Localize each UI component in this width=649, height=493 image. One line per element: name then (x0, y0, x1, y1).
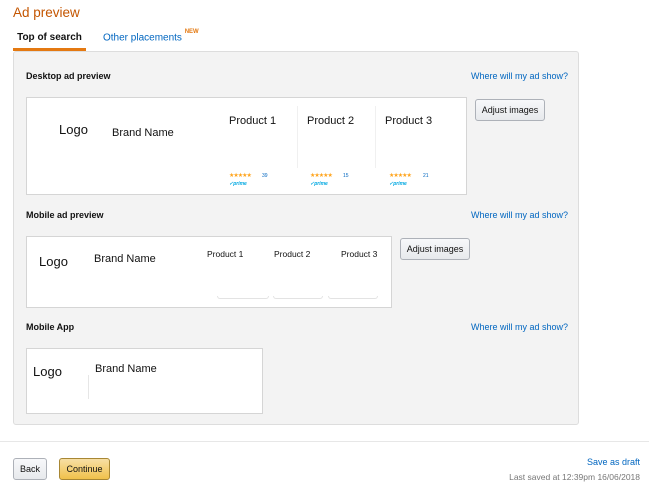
preview-panel: Desktop ad preview Where will my ad show… (13, 51, 579, 425)
app-logo: Logo (33, 364, 62, 379)
mobile-ad-preview: Logo Brand Name Product 1 Product 2 Prod… (26, 236, 392, 308)
mobile-product-1: Product 1 (207, 249, 244, 259)
desktop-product-1: Product 1 (229, 115, 277, 127)
review-count: 21 (423, 173, 429, 179)
mobile-product-2: Product 2 (274, 249, 311, 259)
new-badge: NEW (184, 29, 199, 35)
product-card-edge (273, 296, 323, 299)
tab-top-of-search[interactable]: Top of search (13, 29, 86, 51)
logo-divider (88, 375, 89, 399)
placement-tabs: Top of search Other placements NEW (13, 29, 293, 51)
product-card-edge (328, 296, 378, 299)
rating-stars-icon: ★★★★★ (389, 173, 412, 179)
mobile-app-preview: Logo Brand Name (26, 348, 263, 414)
review-count: 15 (343, 173, 349, 179)
desktop-product-2: Product 2 (307, 115, 355, 127)
tab-other-placements[interactable]: Other placements NEW (103, 29, 199, 51)
prime-badge: ✓prime (389, 181, 407, 187)
page-title: Ad preview (13, 5, 80, 20)
desktop-product-3: Product 3 (385, 115, 433, 127)
desktop-adjust-images-button[interactable]: Adjust images (475, 99, 545, 121)
app-where-link[interactable]: Where will my ad show? (471, 322, 568, 332)
desktop-brand-name: Brand Name (112, 127, 174, 139)
app-section-title: Mobile App (26, 322, 75, 332)
mobile-logo: Logo (39, 254, 68, 269)
tab-other-placements-label: Other placements (103, 32, 182, 44)
back-button[interactable]: Back (13, 458, 47, 480)
product-card-edge (217, 296, 269, 299)
mobile-brand-name: Brand Name (94, 253, 156, 265)
desktop-ad-preview: Logo Brand Name Product 1 ★★★★★ 39 ✓prim… (26, 97, 467, 195)
app-brand-name: Brand Name (95, 363, 157, 375)
prime-badge: ✓prime (229, 181, 247, 187)
mobile-product-3: Product 3 (341, 249, 378, 259)
review-count: 39 (262, 173, 268, 179)
desktop-section-title: Desktop ad preview (26, 71, 111, 81)
desktop-where-link[interactable]: Where will my ad show? (471, 71, 568, 81)
product-divider (375, 106, 376, 168)
continue-button[interactable]: Continue (59, 458, 110, 480)
last-saved-status: Last saved at 12:39pm 16/06/2018 (509, 472, 640, 482)
rating-stars-icon: ★★★★★ (229, 173, 252, 179)
desktop-logo: Logo (59, 122, 88, 137)
product-divider (297, 106, 298, 168)
mobile-where-link[interactable]: Where will my ad show? (471, 210, 568, 220)
rating-stars-icon: ★★★★★ (310, 173, 333, 179)
mobile-section-title: Mobile ad preview (26, 210, 104, 220)
save-as-draft-link[interactable]: Save as draft (587, 457, 640, 467)
prime-badge: ✓prime (310, 181, 328, 187)
mobile-adjust-images-button[interactable]: Adjust images (400, 238, 470, 260)
footer-divider (0, 441, 649, 442)
